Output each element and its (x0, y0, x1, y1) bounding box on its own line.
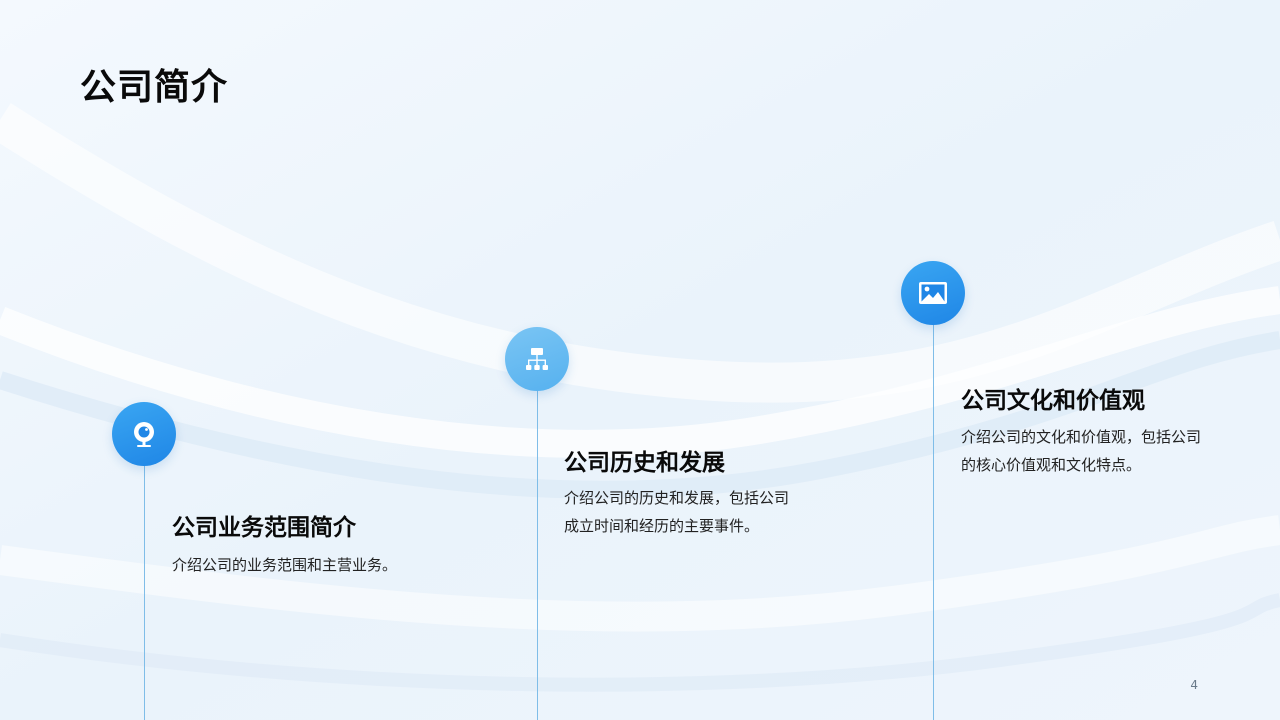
item-description-2: 介绍公司的历史和发展，包括公司成立时间和经历的主要事件。 (564, 489, 790, 535)
camera-icon (129, 419, 159, 449)
timeline-node-3 (901, 261, 965, 325)
timeline-line-2 (537, 386, 538, 720)
slide-title: 公司简介 (80, 67, 229, 108)
item-description-3: 介绍公司的文化和价值观，包括公司的核心价值观和文化特点。 (961, 428, 1202, 474)
item-title-1: 公司业务范围简介 (172, 515, 356, 541)
item-title-3: 公司文化和价值观 (961, 388, 1145, 414)
timeline-node-2 (505, 327, 569, 391)
page-number: 4 (1190, 678, 1198, 692)
item-title-2: 公司历史和发展 (564, 450, 725, 476)
timeline-line-1 (144, 460, 145, 720)
timeline-line-3 (933, 320, 934, 720)
item-description-1: 介绍公司的业务范围和主营业务。 (172, 556, 398, 574)
org-chart-icon (522, 344, 552, 374)
timeline-node-1 (112, 402, 176, 466)
image-icon (917, 278, 949, 308)
